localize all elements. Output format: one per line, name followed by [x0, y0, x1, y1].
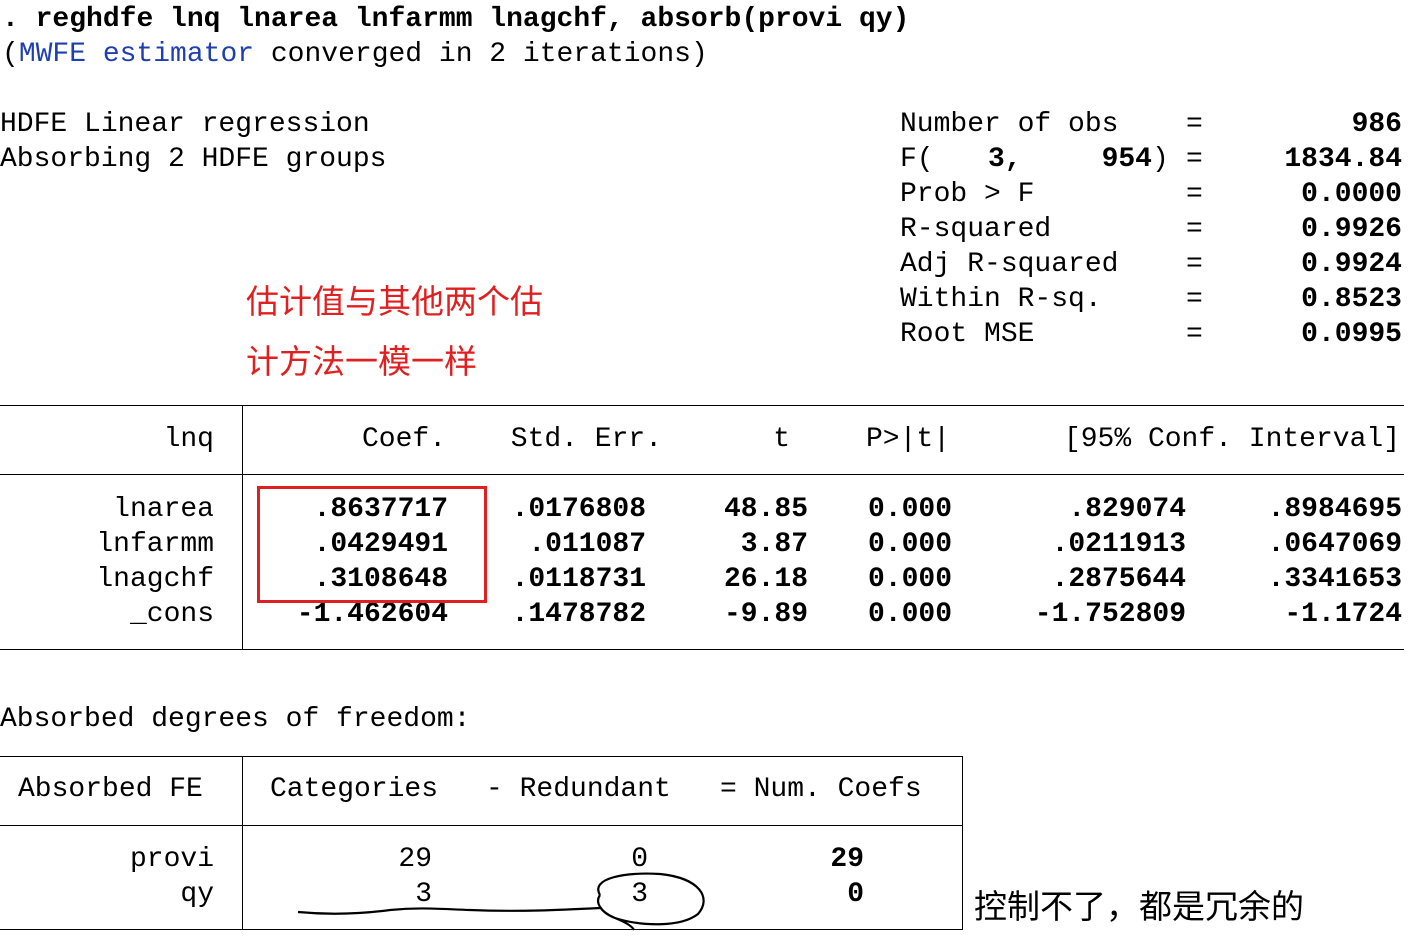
hand-drawn-circle: [597, 872, 705, 931]
hand-drawn-marks: [297, 872, 705, 931]
black-annotation: 控制不了，都是冗余的: [974, 887, 1304, 926]
hand-drawn-underline: [297, 906, 601, 915]
